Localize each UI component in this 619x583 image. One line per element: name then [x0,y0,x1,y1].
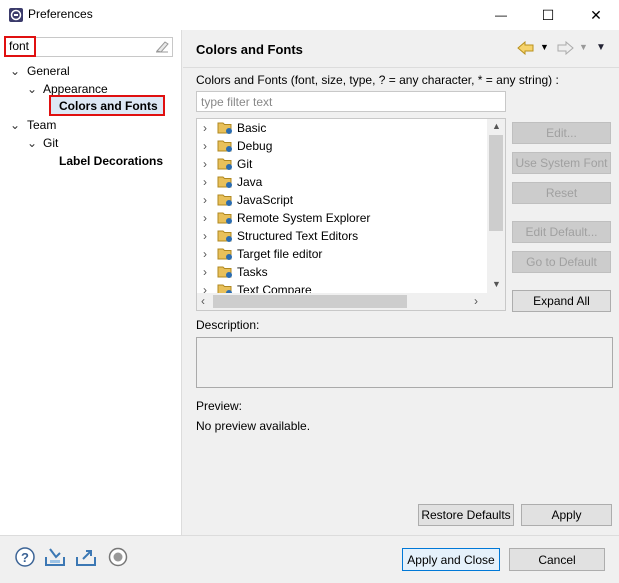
app-icon [9,8,23,22]
scroll-corner [487,293,505,310]
minimize-button[interactable]: — [478,0,524,30]
description-box [196,337,613,388]
scroll-right-icon[interactable]: › [474,294,478,308]
tree-row-label: Git [237,157,253,171]
folder-icon [217,229,233,243]
window-title: Preferences [28,7,93,21]
scroll-up-icon[interactable]: ▲ [492,121,501,131]
apply-and-close-button[interactable]: Apply and Close [402,548,500,571]
reset-button[interactable]: Reset [512,182,611,204]
folder-icon [217,175,233,189]
categories-tree[interactable]: › Basic › Debug › Git › Java › JavaScript › Re… [196,118,506,311]
back-arrow-icon[interactable] [517,41,535,55]
record-icon[interactable] [108,547,128,567]
edit-button[interactable]: Edit... [512,122,611,144]
description-label: Description: [196,318,260,332]
chevron-right-icon[interactable]: › [203,247,217,261]
scroll-down-icon[interactable]: ▼ [492,279,501,289]
chevron-down-icon[interactable]: ⌄ [27,136,37,150]
cancel-button[interactable]: Cancel [509,548,605,571]
tree-row-label: JavaScript [237,193,294,207]
filter-highlight-box [4,36,36,57]
tree-item-label-decorations[interactable]: Label Decorations [59,154,163,168]
vertical-scroll-thumb[interactable] [489,135,503,231]
folder-icon [217,121,233,135]
tree-row[interactable]: › Target file editor [203,245,322,263]
chevron-right-icon[interactable]: › [203,175,217,189]
horizontal-scrollbar[interactable]: ‹ › [197,293,487,310]
type-filter-input[interactable]: type filter text [196,91,506,112]
chevron-down-icon[interactable]: ⌄ [10,118,20,132]
chevron-right-icon[interactable]: › [203,193,217,207]
help-icon[interactable]: ? [15,547,35,567]
tree-row[interactable]: › Git [203,155,252,173]
tree-item-git[interactable]: Git [43,136,58,150]
maximize-button[interactable]: ☐ [525,0,571,30]
page-title: Colors and Fonts [196,42,303,57]
page-description: Colors and Fonts (font, size, type, ? = … [196,73,559,87]
vertical-scrollbar[interactable]: ▲ ▼ [487,119,505,293]
tree-row[interactable]: › JavaScript [203,191,293,209]
chevron-right-icon[interactable]: › [203,157,217,171]
folder-icon [217,247,233,261]
use-system-font-button[interactable]: Use System Font [512,152,611,174]
export-icon[interactable] [75,547,99,567]
tree-row-label: Target file editor [237,247,323,261]
apply-button[interactable]: Apply [521,504,612,526]
folder-icon [217,211,233,225]
chevron-down-icon[interactable]: ⌄ [27,82,37,96]
forward-menu-chevron-icon[interactable]: ▼ [579,42,588,52]
preview-label: Preview: [196,399,243,413]
close-icon: ✕ [590,6,602,23]
import-icon[interactable] [44,547,68,567]
tree-row[interactable]: › Debug [203,137,272,155]
tree-row-label: Tasks [237,265,268,279]
chevron-right-icon[interactable]: › [203,229,217,243]
tree-row[interactable]: › Remote System Explorer [203,209,370,227]
folder-icon [217,193,233,207]
chevron-right-icon[interactable]: › [203,265,217,279]
tree-item-colors-and-fonts[interactable]: Colors and Fonts [59,99,158,113]
tree-row[interactable]: › Tasks [203,263,268,281]
maximize-icon: ☐ [541,6,555,23]
tree-row[interactable]: › Structured Text Editors [203,227,358,245]
minimize-icon: — [495,8,507,22]
tree-row-label: Java [237,175,263,189]
folder-icon [217,157,233,171]
edit-default-button[interactable]: Edit Default... [512,221,611,243]
tree-row-label: Remote System Explorer [237,211,371,225]
forward-arrow-icon[interactable] [556,41,574,55]
tree-row-label: Debug [237,139,273,153]
chevron-right-icon[interactable]: › [203,211,217,225]
tree-item-appearance[interactable]: Appearance [43,82,108,96]
scroll-left-icon[interactable]: ‹ [201,294,205,308]
tree-item-team[interactable]: Team [27,118,56,132]
chevron-down-icon[interactable]: ⌄ [10,64,20,78]
chevron-right-icon[interactable]: › [203,139,217,153]
view-menu-icon[interactable]: ▼ [596,42,606,53]
back-menu-chevron-icon[interactable]: ▼ [540,42,549,52]
tree-row-label: Basic [237,121,267,135]
restore-defaults-button[interactable]: Restore Defaults [418,504,514,526]
folder-icon [217,265,233,279]
chevron-right-icon[interactable]: › [203,121,217,135]
folder-icon [217,139,233,153]
tree-row-label: Structured Text Editors [237,229,359,243]
tree-item-general[interactable]: General [27,64,70,78]
preview-text: No preview available. [196,419,311,433]
tree-row[interactable]: › Basic [203,119,266,137]
clear-filter-icon[interactable] [155,40,169,53]
horizontal-scroll-thumb[interactable] [213,295,407,308]
svg-text:?: ? [21,550,29,565]
close-button[interactable]: ✕ [573,0,619,30]
expand-all-button[interactable]: Expand All [512,290,611,312]
tree-row[interactable]: › Java [203,173,262,191]
go-to-default-button[interactable]: Go to Default [512,251,611,273]
